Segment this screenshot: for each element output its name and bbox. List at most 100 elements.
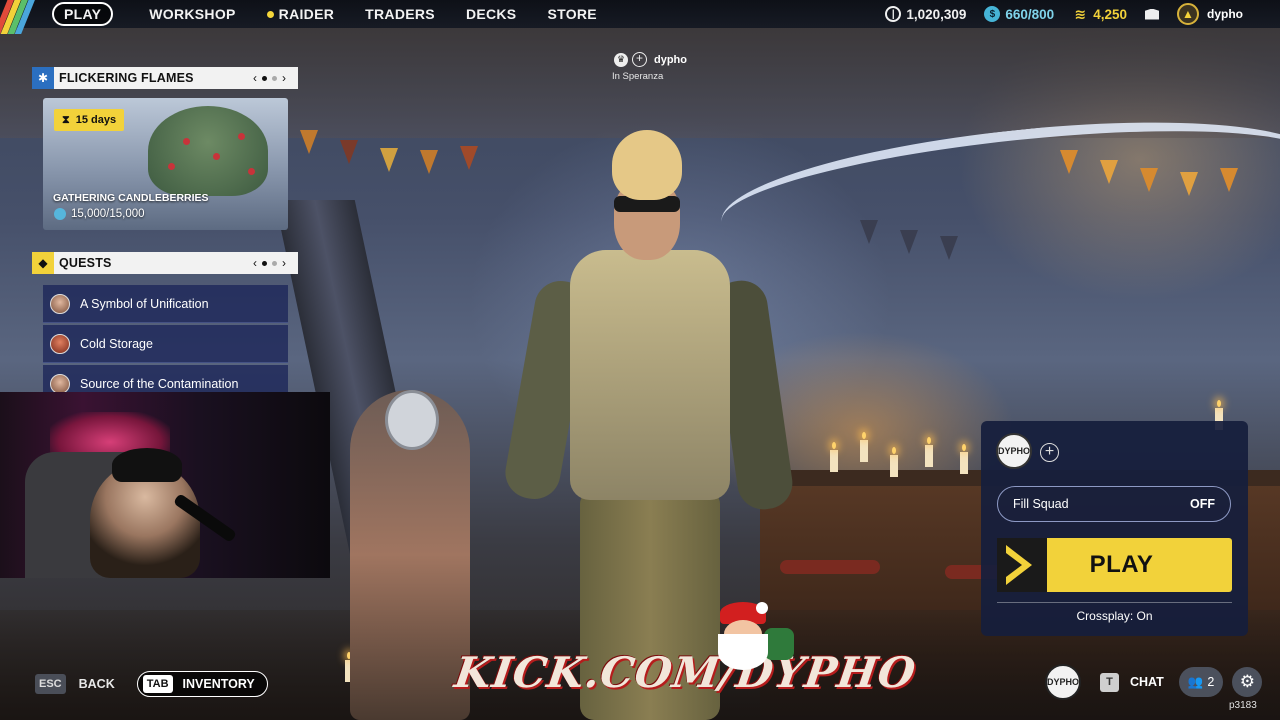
nav-decks-label: DECKS (465, 6, 517, 22)
tokens-currency: $ 660/800 (984, 6, 1054, 22)
quest-giver-avatar (50, 293, 70, 314)
currency-bar: | 1,020,309 $ 660/800 ≋ 4,250 ▲ dypho (885, 0, 1280, 28)
squad-member-emblem[interactable]: DYPHO (996, 433, 1032, 469)
event-progress: 15,000/15,000 (54, 208, 145, 220)
mail-icon[interactable] (1145, 8, 1159, 20)
event-timer: 15 days (75, 114, 117, 126)
play-button[interactable]: PLAY (997, 538, 1232, 592)
hourglass-icon: ⧗ (62, 113, 70, 126)
bottom-left-controls: ESC BACK TAB INVENTORY (35, 671, 268, 697)
build-version: p3183 (1229, 700, 1257, 711)
back-button[interactable]: BACK (79, 677, 115, 691)
statue-helmet (385, 390, 439, 450)
event-card[interactable]: ⧗ 15 days GATHERING CANDLEBERRIES 15,000… (43, 98, 288, 230)
quest-item[interactable]: Cold Storage (43, 325, 288, 363)
quest-label: Source of the Contamination (80, 376, 239, 391)
event-progress-value: 15,000/15,000 (71, 208, 145, 220)
friends-icon: 👥 (1187, 674, 1204, 689)
event-panel-title: FLICKERING FLAMES (59, 71, 194, 85)
character-hair (612, 130, 682, 200)
esc-key[interactable]: ESC (35, 674, 66, 694)
nav-play-label: PLAY (64, 6, 102, 22)
candleberry-bush-image (148, 106, 268, 196)
bunting-flag (420, 150, 438, 174)
character-vest (570, 250, 730, 500)
fill-squad-state: OFF (1190, 497, 1215, 511)
add-friend-icon[interactable]: + (632, 52, 647, 67)
quest-giver-avatar (50, 373, 70, 394)
user-rank-icon[interactable]: ▲ (1177, 3, 1199, 25)
bunting-flag (940, 236, 958, 260)
pager-dot (272, 260, 277, 266)
settings-gear-icon[interactable]: ⚙ (1232, 667, 1263, 697)
credits-currency: ≋ 4,250 (1072, 6, 1127, 22)
top-nav-bar: PLAY WORKSHOP RAIDER TRADERS DECKS STORE… (0, 0, 1280, 34)
bunting-flag (380, 148, 398, 172)
crossplay-status[interactable]: Crossplay: On (981, 609, 1248, 623)
play-chevron-icon (997, 538, 1047, 592)
nameplate-username: dypho (654, 53, 687, 66)
pager-dot (272, 75, 277, 81)
nav-raider[interactable]: RAIDER (266, 6, 334, 22)
streamer-webcam (0, 392, 330, 578)
gear-progress-icon (54, 208, 66, 220)
event-panel-header: ✱ FLICKERING FLAMES ‹ › (32, 67, 298, 89)
santa-icon (712, 602, 794, 672)
friends-count: 2 (1207, 675, 1215, 689)
nav-decks[interactable]: DECKS (466, 6, 517, 22)
nav-workshop-label: WORKSHOP (149, 6, 236, 22)
quest-label: Cold Storage (80, 336, 153, 351)
tokens-value: 660/800 (1005, 6, 1055, 22)
notification-dot-icon (266, 10, 274, 18)
fill-squad-label: Fill Squad (1013, 497, 1069, 511)
inventory-button[interactable]: TAB INVENTORY (136, 671, 268, 697)
event-name: GATHERING CANDLEBERRIES (53, 192, 209, 204)
inventory-label: INVENTORY (182, 677, 255, 691)
bottom-right-controls: DYPHO T CHAT 👥 2 ⚙ (1045, 664, 1263, 700)
chevron-right-icon[interactable]: › (282, 71, 286, 85)
berry (248, 168, 255, 175)
nav-workshop[interactable]: WORKSHOP (149, 6, 235, 22)
bunting-flag (1180, 172, 1198, 196)
fill-squad-toggle[interactable]: Fill Squad OFF (997, 486, 1231, 522)
tab-key: TAB (142, 675, 173, 693)
invite-player-icon[interactable]: + (1040, 443, 1059, 462)
berry (238, 133, 245, 140)
nav-traders-label: TRADERS (365, 6, 435, 22)
nav-store[interactable]: STORE (547, 6, 596, 22)
berry (168, 163, 175, 170)
chat-button[interactable]: CHAT (1130, 675, 1164, 689)
nameplate-location: In Speranza (612, 71, 664, 82)
player-emblem[interactable]: DYPHO (1045, 664, 1081, 700)
chevron-left-icon[interactable]: ‹ (253, 256, 257, 270)
nav-play[interactable]: PLAY (52, 2, 114, 26)
credits-value: 4,250 (1093, 6, 1127, 22)
chevron-right-icon[interactable]: › (282, 256, 286, 270)
quests-panel-header: ◆ QUESTS ‹ › (32, 252, 298, 274)
quest-item[interactable]: A Symbol of Unification (43, 285, 288, 323)
crown-emblem-icon: ♛ (614, 52, 628, 67)
bunting-flag (460, 146, 478, 170)
event-timer-badge: ⧗ 15 days (54, 109, 125, 131)
kick-channel-overlay: KICK.COM/DYPHO (451, 648, 920, 697)
bunting-flag (1220, 168, 1238, 192)
quests-pager: ‹ › (253, 256, 286, 270)
candle (960, 444, 968, 474)
username[interactable]: dypho (1207, 7, 1243, 21)
chevron-left-icon[interactable]: ‹ (253, 71, 257, 85)
candle (830, 442, 838, 472)
nav-traders[interactable]: TRADERS (365, 6, 435, 22)
bunting-flag (860, 220, 878, 244)
divider (997, 602, 1232, 603)
pager-dot (262, 75, 267, 81)
bunting-flag (340, 140, 358, 164)
streamer-beanie (112, 448, 182, 482)
candle (925, 437, 933, 467)
santa-sack (764, 628, 794, 660)
friends-button[interactable]: 👥 2 (1178, 667, 1224, 697)
bunting-flag (1140, 168, 1158, 192)
event-pager: ‹ › (253, 71, 286, 85)
credits-icon: ≋ (1074, 5, 1087, 22)
berry (213, 153, 220, 160)
santa-beard (718, 634, 768, 670)
